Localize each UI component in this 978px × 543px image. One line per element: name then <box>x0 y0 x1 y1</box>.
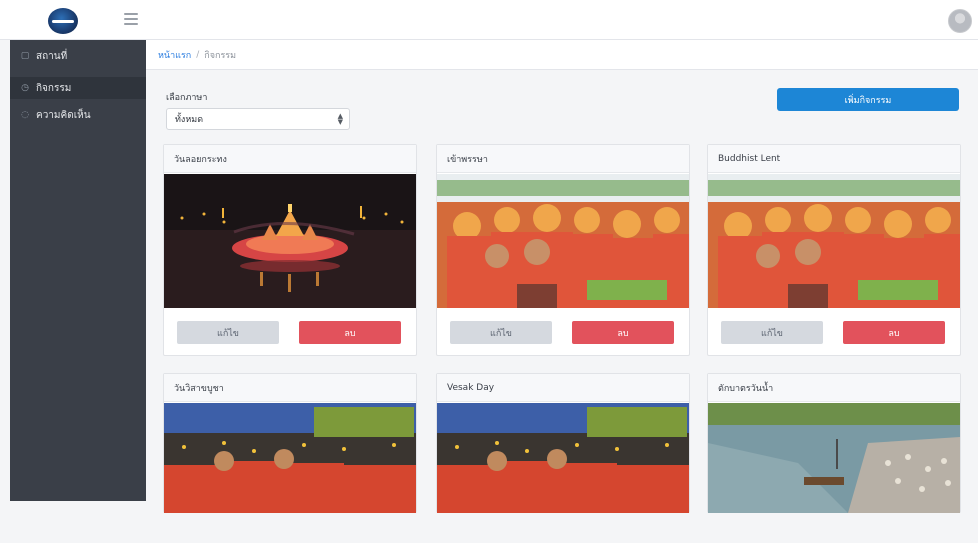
breadcrumb-home-link[interactable]: หน้าแรก <box>158 48 191 62</box>
activity-card: ตักบาตรวันน้ำ <box>707 373 961 513</box>
card-title: วันวิสาขบูชา <box>164 374 416 402</box>
activity-card: เข้าพรรษา แก้ไข ลบ <box>436 144 690 356</box>
main-content: หน้าแรก / กิจกรรม เลือกภาษา ทั้งหมด ▲ ▼ เ… <box>146 40 978 513</box>
activity-card: Buddhist Lent แก้ไข ลบ <box>707 144 961 356</box>
user-avatar-icon[interactable] <box>948 9 972 33</box>
card-title: Buddhist Lent <box>708 145 960 173</box>
activity-card: Vesak Day <box>436 373 690 513</box>
edit-button[interactable]: แก้ไข <box>721 321 823 344</box>
activity-card: วันวิสาขบูชา <box>163 373 417 513</box>
edit-button[interactable]: แก้ไข <box>177 321 279 344</box>
delete-button[interactable]: ลบ <box>843 321 945 344</box>
calendar-icon: ◷ <box>21 83 29 93</box>
card-title: ตักบาตรวันน้ำ <box>708 374 960 402</box>
logo-icon[interactable] <box>48 8 78 34</box>
breadcrumb-separator: / <box>196 49 200 60</box>
add-activity-button[interactable]: เพิ่มกิจกรรม <box>777 88 959 111</box>
sidebar-item-label: สถานที่ <box>36 50 68 62</box>
card-title: วันลอยกระทง <box>164 145 416 173</box>
delete-button[interactable]: ลบ <box>572 321 674 344</box>
top-bar <box>0 0 978 40</box>
language-select-value: ทั้งหมด <box>175 115 204 125</box>
hamburger-menu-icon[interactable] <box>124 13 138 25</box>
sidebar-item-label: กิจกรรม <box>36 82 72 94</box>
language-filter-label: เลือกภาษา <box>166 93 208 103</box>
map-icon: ▢ <box>20 51 30 61</box>
sidebar: ▢ สถานที่ ◷ กิจกรรม ◌ ความคิดเห็น <box>10 40 146 501</box>
card-image <box>437 174 689 308</box>
card-image <box>708 403 960 543</box>
card-title: Vesak Day <box>437 374 689 402</box>
sidebar-item-activities[interactable]: ◷ กิจกรรม <box>10 77 146 99</box>
sidebar-item-places[interactable]: ▢ สถานที่ <box>10 45 146 67</box>
breadcrumb-current: กิจกรรม <box>204 50 237 61</box>
select-arrows-icon: ▲ ▼ <box>337 112 343 126</box>
delete-button[interactable]: ลบ <box>299 321 401 344</box>
language-select[interactable]: ทั้งหมด ▲ ▼ <box>166 108 350 130</box>
card-image <box>437 403 689 543</box>
card-image <box>164 174 416 308</box>
breadcrumb: หน้าแรก / กิจกรรม <box>146 40 978 70</box>
edit-button[interactable]: แก้ไข <box>450 321 552 344</box>
card-title: เข้าพรรษา <box>437 145 689 173</box>
sidebar-item-comments[interactable]: ◌ ความคิดเห็น <box>10 104 146 126</box>
card-image <box>164 403 416 543</box>
comment-icon: ◌ <box>21 110 29 120</box>
card-image <box>708 174 960 308</box>
activity-card: วันลอยกระทง แก้ไข ลบ <box>163 144 417 356</box>
sidebar-item-label: ความคิดเห็น <box>36 109 91 121</box>
